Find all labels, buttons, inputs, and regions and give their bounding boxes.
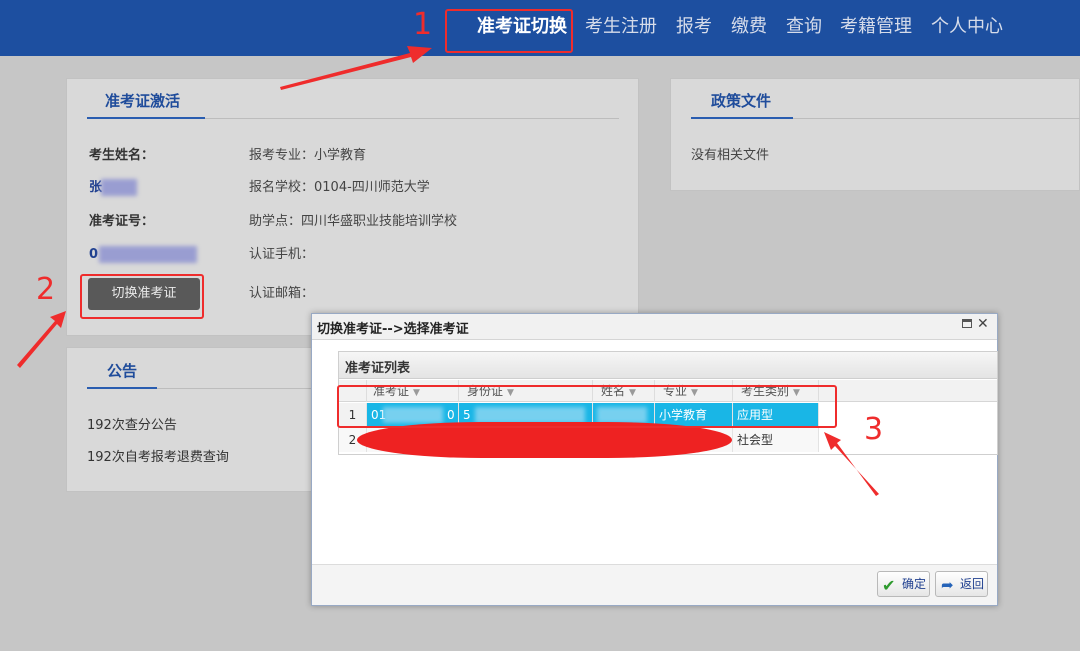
annotation-arrows: [17, 46, 879, 496]
arrow-step2: [17, 311, 66, 368]
arrow-step3: [824, 432, 879, 496]
arrow-step1: [280, 46, 432, 90]
